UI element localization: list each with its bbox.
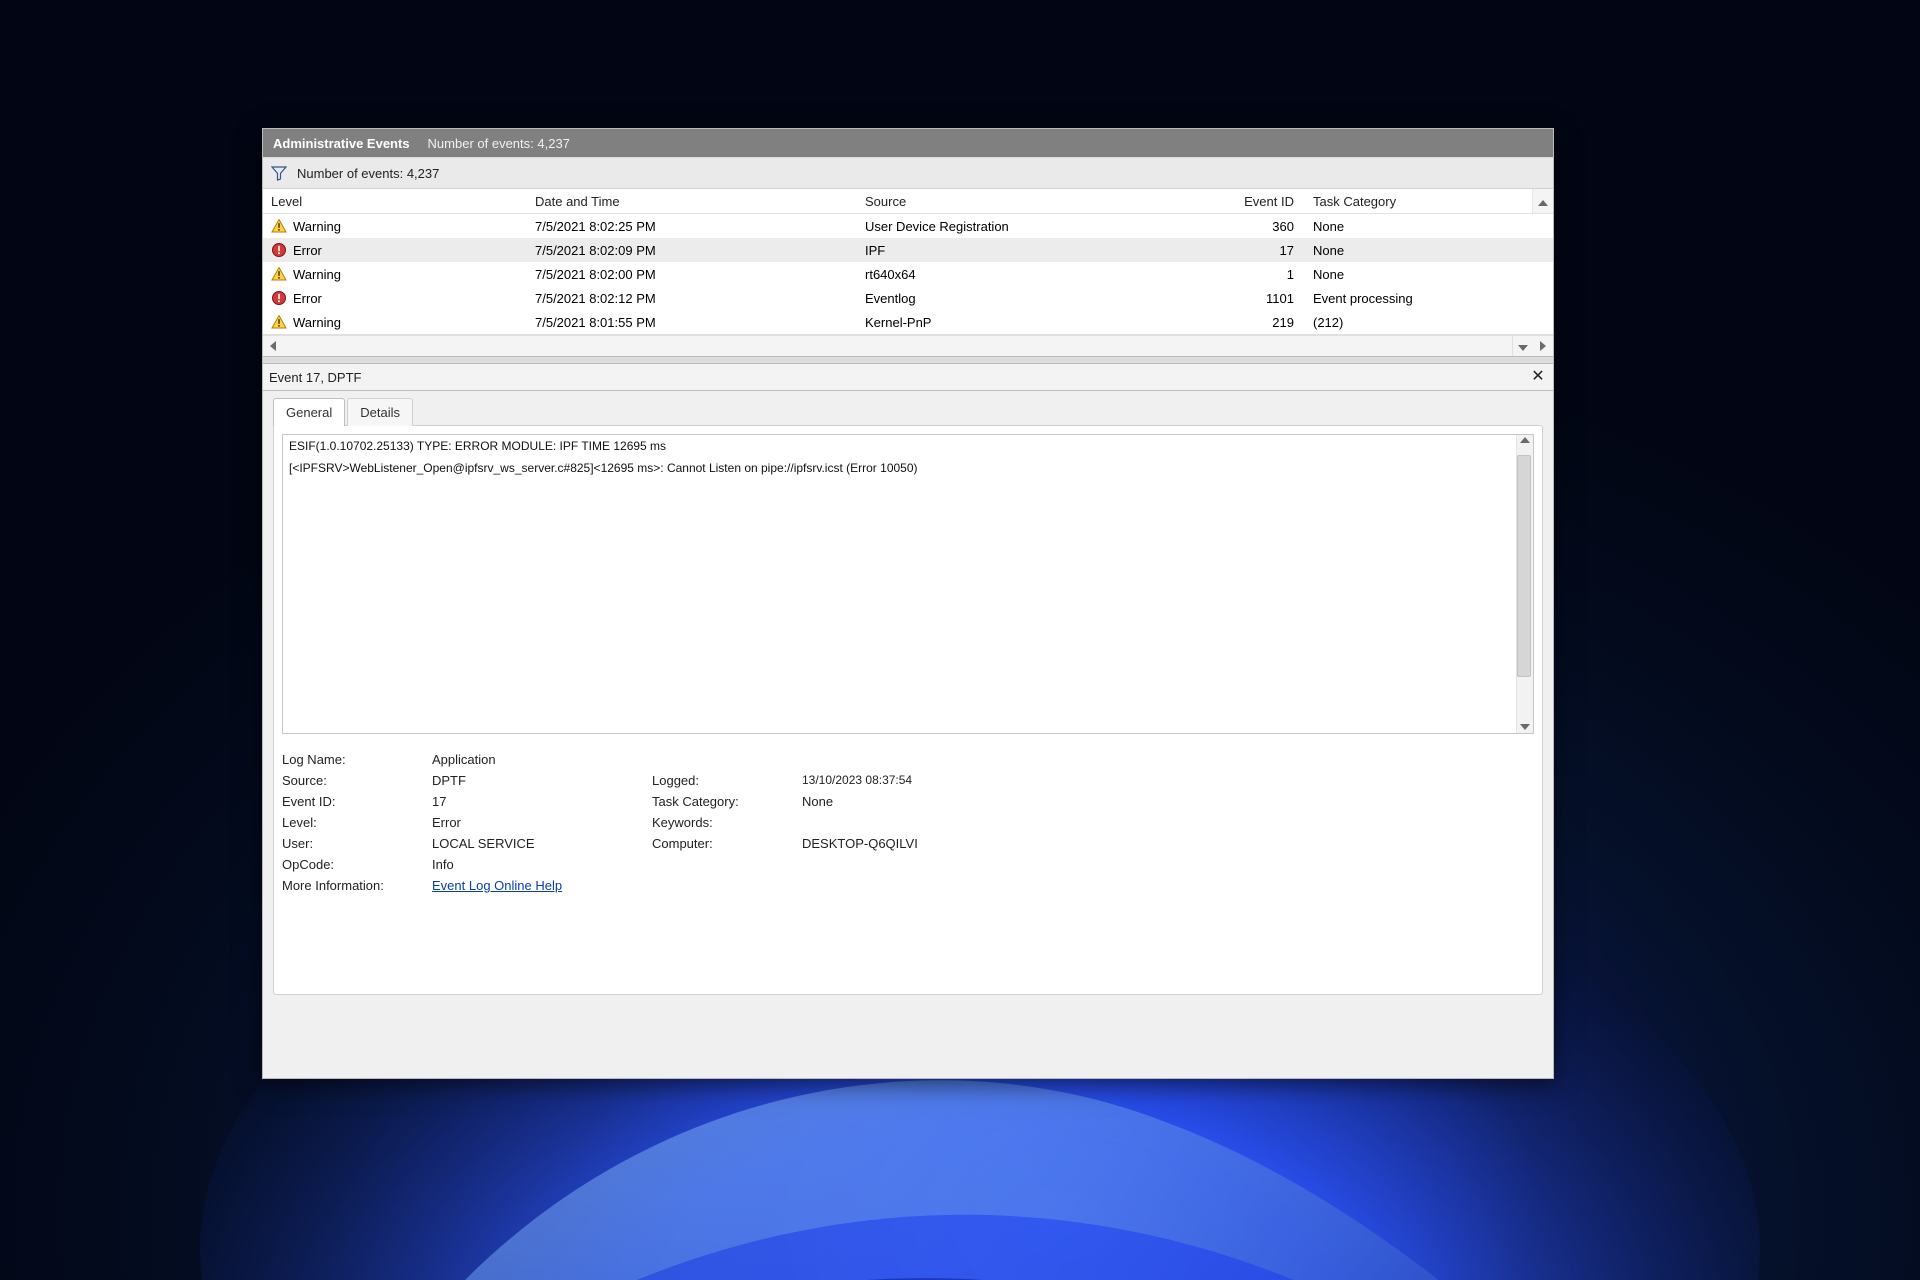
prop-keywords-v [802,815,1032,830]
event-grid[interactable]: Warning 7/5/2021 8:02:25 PM User Device Re… [263,214,1553,335]
inner-title-bar: Administrative Events Number of events: … [263,129,1553,157]
grid-header: Level Date and Time Source Event ID Task… [263,189,1553,214]
prop-logged-v: 13/10/2023 08:37:54 [802,773,1032,788]
cell-source: rt640x64 [865,267,916,282]
cell-time: 7/5/2021 8:02:00 PM [535,267,656,282]
tab-details[interactable]: Details [347,398,413,426]
event-properties: Log Name: Application Source: DPTF Logge… [282,752,1534,893]
error-icon [271,290,287,306]
table-row[interactable]: Error 7/5/2021 8:02:09 PM IPF 17 None [263,238,1553,262]
event-viewer-window: Administrative Events Number of events: … [262,128,1554,1079]
prop-keywords-k: Keywords: [652,815,782,830]
cell-taskcat: (212) [1313,315,1343,330]
table-row[interactable]: Error 7/5/2021 8:02:12 PM Eventlog 1101 Even… [263,286,1553,310]
cell-eventid: 360 [1272,219,1294,234]
splitter[interactable] [263,356,1553,364]
cell-level: Error [293,291,322,306]
event-message-line2: [<IPFSRV>WebListener_Open@ipfsrv_ws_serv… [289,461,1527,475]
hscroll-left[interactable] [263,336,283,356]
cell-taskcat: None [1313,243,1344,258]
table-row[interactable]: Warning 7/5/2021 8:01:55 PM Kernel-PnP 219 (… [263,310,1553,334]
prop-taskcat-k: Task Category: [652,794,782,809]
prop-logname-k: Log Name: [282,752,412,767]
event-message-box[interactable]: ESIF(1.0.10702.25133) TYPE: ERROR MODULE… [282,434,1534,734]
warning-icon [271,266,287,282]
grid-hscrollbar[interactable] [263,335,1553,356]
col-header-eventid[interactable]: Event ID [1203,189,1301,213]
prop-level-k: Level: [282,815,412,830]
table-row[interactable]: Warning 7/5/2021 8:02:00 PM rt640x64 1 None [263,262,1553,286]
cell-taskcat: Event processing [1313,291,1413,306]
tab-general-pane: ESIF(1.0.10702.25133) TYPE: ERROR MODULE… [273,425,1543,995]
cell-time: 7/5/2021 8:01:55 PM [535,315,656,330]
table-row[interactable]: Warning 7/5/2021 8:02:25 PM User Device Re… [263,214,1553,238]
prop-eventid-k: Event ID: [282,794,412,809]
prop-taskcat-v: None [802,794,1032,809]
error-icon [271,242,287,258]
prop-source-k: Source: [282,773,412,788]
col-header-time[interactable]: Date and Time [529,189,859,213]
prop-eventid-v: 17 [432,794,632,809]
cell-source: Eventlog [865,291,916,306]
msgbox-scroll-thumb[interactable] [1517,455,1531,677]
prop-logname-v: Application [432,752,632,767]
cell-eventid: 1101 [1266,291,1294,306]
cell-source: User Device Registration [865,219,1009,234]
cell-eventid: 17 [1280,243,1294,258]
filter-strip: Number of events: 4,237 [263,157,1553,189]
event-message-line1: ESIF(1.0.10702.25133) TYPE: ERROR MODULE… [289,439,1527,453]
preview-pane: Event 17, DPTF ✕ General Details ESIF(1.… [263,364,1553,1078]
col-header-source[interactable]: Source [859,189,1203,213]
cell-level: Warning [293,219,341,234]
prop-opcode-v: Info [432,857,632,872]
warning-icon [271,218,287,234]
prop-user-v: LOCAL SERVICE [432,836,632,851]
cell-time: 7/5/2021 8:02:25 PM [535,219,656,234]
cell-eventid: 219 [1272,315,1294,330]
preview-title: Event 17, DPTF [269,370,361,385]
grid-scroll-down[interactable] [1512,336,1533,356]
prop-level-v: Error [432,815,632,830]
msgbox-scroll-up-icon [1520,435,1530,446]
hscroll-right[interactable] [1533,336,1553,356]
cell-eventid: 1 [1287,267,1294,282]
grid-scroll-up[interactable] [1532,189,1553,213]
preview-close-button[interactable]: ✕ [1529,368,1547,386]
preview-titlebar: Event 17, DPTF ✕ [263,364,1553,391]
prop-moreinfo-k: More Information: [282,878,412,893]
cell-source: IPF [865,243,885,258]
filter-icon[interactable] [271,165,287,181]
cell-level: Warning [293,267,341,282]
inner-title-count: Number of events: 4,237 [428,136,570,151]
desktop-background: Administrative Events Number of events: … [0,0,1920,1280]
cell-taskcat: None [1313,267,1344,282]
prop-source-v: DPTF [432,773,632,788]
event-log-online-help-link[interactable]: Event Log Online Help [432,878,562,893]
warning-icon [271,314,287,330]
cell-time: 7/5/2021 8:02:09 PM [535,243,656,258]
cell-source: Kernel-PnP [865,315,931,330]
cell-level: Warning [293,315,341,330]
prop-opcode-k: OpCode: [282,857,412,872]
cell-level: Error [293,243,322,258]
prop-user-k: User: [282,836,412,851]
filter-count-text: Number of events: 4,237 [297,166,439,181]
preview-tabs: General Details [273,398,415,426]
cell-time: 7/5/2021 8:02:12 PM [535,291,656,306]
msgbox-scroll-down-icon [1520,722,1530,733]
prop-computer-k: Computer: [652,836,782,851]
prop-computer-v: DESKTOP-Q6QILVI [802,836,1032,851]
cell-taskcat: None [1313,219,1344,234]
tab-general[interactable]: General [273,398,345,426]
col-header-taskcat[interactable]: Task Category [1301,189,1481,213]
col-header-level[interactable]: Level [263,189,529,213]
prop-logged-k: Logged: [652,773,782,788]
inner-title: Administrative Events [273,136,410,151]
